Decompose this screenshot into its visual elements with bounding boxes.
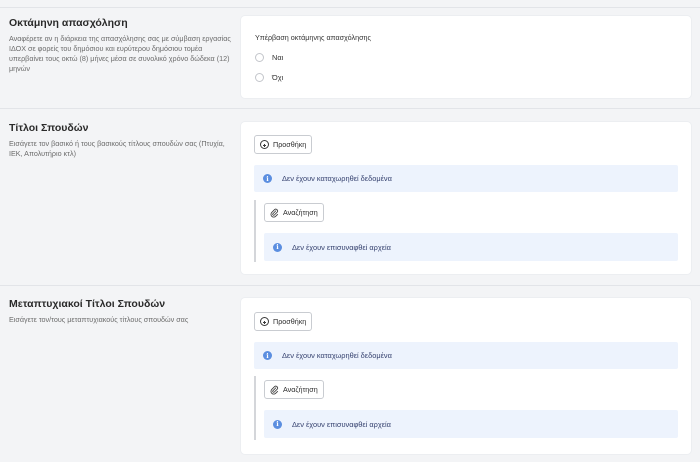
postgrad-section-desc: Εισάγετε τον/τους μεταπτυχιακούς τίτλους… <box>9 315 189 324</box>
plus-circle-icon <box>260 140 269 149</box>
degrees-add-label: Προσθήκη <box>273 140 307 149</box>
degrees-no-data-alert: i Δεν έχουν καταχωρηθεί δεδομένα <box>254 165 678 192</box>
degrees-section-desc: Εισάγετε τον βασικό ή τους βασικούς τίτλ… <box>9 139 225 158</box>
divider <box>0 7 700 8</box>
postgrad-add-button[interactable]: Προσθήκη <box>254 312 313 331</box>
postgrad-no-files-text: Δεν έχουν επισυναφθεί αρχεία <box>292 419 391 429</box>
postgrad-add-label: Προσθήκη <box>273 317 307 326</box>
postgrad-no-files-alert: i Δεν έχουν επισυναφθεί αρχεία <box>264 410 678 438</box>
radio-yes[interactable] <box>255 53 264 62</box>
postgrad-search-label: Αναζήτηση <box>283 385 318 394</box>
attachments-border <box>254 200 256 262</box>
degrees-section-title: Τίτλοι Σπουδών <box>9 122 89 134</box>
info-circle-icon: i <box>263 351 272 360</box>
paperclip-icon <box>270 385 279 395</box>
info-circle-icon: i <box>273 419 282 429</box>
paperclip-icon <box>270 208 279 218</box>
divider <box>0 108 700 109</box>
attachments-border <box>254 376 256 440</box>
overtime-section-title: Οκτάμηνη απασχόληση <box>9 17 128 29</box>
postgrad-no-data-alert: i Δεν έχουν καταχωρηθεί δεδομένα <box>254 342 678 369</box>
postgrad-card: Προσθήκη i Δεν έχουν καταχωρηθεί δεδομέν… <box>241 298 691 454</box>
plus-circle-icon <box>260 317 269 326</box>
degrees-search-button[interactable]: Αναζήτηση <box>264 203 324 222</box>
postgrad-no-data-text: Δεν έχουν καταχωρηθεί δεδομένα <box>282 351 392 360</box>
degrees-no-data-text: Δεν έχουν καταχωρηθεί δεδομένα <box>282 174 392 183</box>
postgrad-section-title: Μεταπτυχιακοί Τίτλοι Σπουδών <box>9 298 166 310</box>
postgrad-section-info: Μεταπτυχιακοί Τίτλοι Σπουδών Εισάγετε το… <box>9 298 231 325</box>
radio-no-label: Όχι <box>272 73 284 82</box>
overtime-option-no[interactable]: Όχι <box>255 73 283 82</box>
degrees-add-button[interactable]: Προσθήκη <box>254 135 313 154</box>
divider <box>0 285 700 286</box>
degrees-no-files-text: Δεν έχουν επισυναφθεί αρχεία <box>292 242 391 252</box>
overtime-section-desc: Αναφέρετε αν η διάρκεια της απασχόλησης … <box>9 34 231 73</box>
info-circle-icon: i <box>273 242 282 252</box>
radio-no[interactable] <box>255 73 264 82</box>
degrees-no-files-alert: i Δεν έχουν επισυναφθεί αρχεία <box>264 233 678 261</box>
overtime-section-info: Οκτάμηνη απασχόληση Αναφέρετε αν η διάρκ… <box>9 17 231 74</box>
overtime-card: Υπέρβαση οκτάμηνης απασχόλησης Ναι Όχι <box>241 16 691 98</box>
overtime-field-label: Υπέρβαση οκτάμηνης απασχόλησης <box>255 33 371 42</box>
degrees-search-label: Αναζήτηση <box>283 208 318 217</box>
radio-yes-label: Ναι <box>272 53 284 62</box>
overtime-option-yes[interactable]: Ναι <box>255 53 283 62</box>
degrees-card: Προσθήκη i Δεν έχουν καταχωρηθεί δεδομέν… <box>241 122 691 274</box>
page: Οκτάμηνη απασχόληση Αναφέρετε αν η διάρκ… <box>0 0 700 462</box>
degrees-section-info: Τίτλοι Σπουδών Εισάγετε τον βασικό ή του… <box>9 122 231 159</box>
info-circle-icon: i <box>263 174 272 183</box>
postgrad-search-button[interactable]: Αναζήτηση <box>264 380 324 399</box>
